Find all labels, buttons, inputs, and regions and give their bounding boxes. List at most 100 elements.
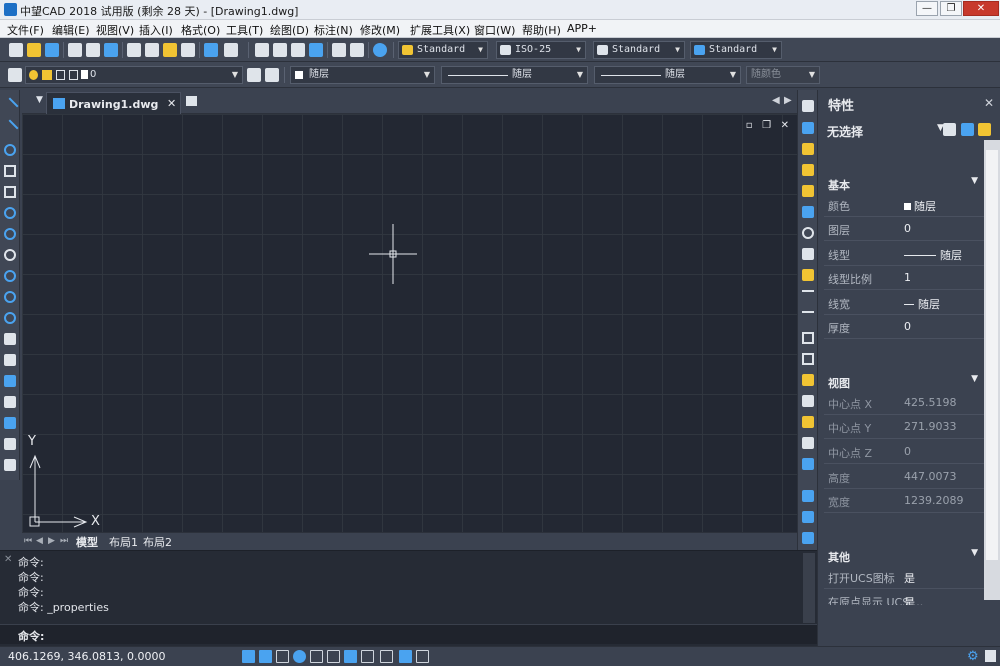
- match-properties-icon[interactable]: [181, 43, 195, 57]
- move-icon[interactable]: [802, 206, 814, 218]
- rotate-icon[interactable]: [802, 227, 814, 239]
- menu-help[interactable]: 帮助(H): [522, 22, 561, 38]
- mirror-icon[interactable]: [802, 143, 814, 155]
- make-block-icon[interactable]: [4, 354, 16, 366]
- otrack-toggle-icon[interactable]: [327, 650, 340, 663]
- scrollbar-thumb[interactable]: [986, 150, 998, 560]
- prop-row-linetype-scale[interactable]: 线型比例 1: [824, 266, 984, 290]
- new-tab-icon[interactable]: [186, 96, 197, 106]
- draworder-front-icon[interactable]: [802, 490, 814, 502]
- menu-format[interactable]: 格式(O): [181, 22, 220, 38]
- edit-polyline-icon[interactable]: [802, 458, 814, 470]
- menu-file[interactable]: 文件(F): [7, 22, 44, 38]
- prev-layout-icon[interactable]: ◀: [36, 536, 43, 546]
- tab-drawing1[interactable]: Drawing1.dwg ✕: [46, 92, 181, 114]
- lineweight-select[interactable]: 随层 ▼: [594, 66, 741, 84]
- zoom-realtime-icon[interactable]: [273, 43, 287, 57]
- copy-icon[interactable]: [145, 43, 159, 57]
- layer-previous-icon[interactable]: [265, 68, 279, 82]
- layer-manager-icon[interactable]: [8, 68, 22, 82]
- publish-icon[interactable]: [104, 43, 118, 57]
- polyline-icon[interactable]: [4, 144, 16, 156]
- undo-icon[interactable]: [204, 43, 218, 57]
- section-basic-header[interactable]: 基本 ▼: [824, 173, 984, 193]
- join-icon[interactable]: [802, 374, 814, 386]
- prop-row-ucs-icon-on[interactable]: 打开UCS图标 是: [824, 565, 984, 589]
- prop-row-color[interactable]: 颜色 随层: [824, 193, 984, 217]
- quick-select-icon[interactable]: [978, 123, 991, 136]
- restore-button[interactable]: ❐: [940, 1, 962, 16]
- prop-row-linetype[interactable]: 线型 随层: [824, 242, 984, 266]
- gradient-icon[interactable]: [4, 417, 16, 429]
- redo-icon[interactable]: [224, 43, 238, 57]
- zoom-previous-icon[interactable]: [309, 43, 323, 57]
- break-at-point-icon[interactable]: [802, 332, 814, 344]
- selection-dropdown[interactable]: 无选择 ▼: [824, 120, 982, 140]
- insert-block-icon[interactable]: [4, 333, 16, 345]
- spline-icon[interactable]: [4, 270, 16, 282]
- color-select[interactable]: 随层 ▼: [290, 66, 435, 84]
- new-file-icon[interactable]: [9, 43, 23, 57]
- line-icon[interactable]: [1, 97, 19, 115]
- arc-icon[interactable]: [4, 207, 16, 219]
- tab-scroll-left-icon[interactable]: ◀: [772, 95, 780, 106]
- select-objects-icon[interactable]: [961, 123, 974, 136]
- command-close-icon[interactable]: ✕: [4, 554, 12, 565]
- draworder-above-icon[interactable]: [802, 532, 814, 544]
- command-scrollbar[interactable]: [803, 553, 815, 623]
- dyn-toggle-icon[interactable]: [361, 650, 374, 663]
- first-layout-icon[interactable]: ⏮: [24, 536, 32, 546]
- ortho-toggle-icon[interactable]: [276, 650, 289, 663]
- make-layer-current-icon[interactable]: [247, 68, 261, 82]
- polar-toggle-icon[interactable]: [293, 650, 306, 663]
- tab-list-dropdown-icon[interactable]: ▼: [36, 95, 43, 105]
- menu-view[interactable]: 视图(V): [96, 22, 134, 38]
- rectangle-icon[interactable]: [4, 186, 16, 198]
- tab-layout1[interactable]: 布局1: [109, 534, 138, 550]
- layer-select[interactable]: 0 ▼: [25, 66, 243, 84]
- menu-edit[interactable]: 编辑(E): [52, 22, 90, 38]
- paste-icon[interactable]: [163, 43, 177, 57]
- tab-layout2[interactable]: 布局2: [143, 534, 172, 550]
- erase-icon[interactable]: [802, 100, 814, 112]
- table-style-select[interactable]: Standard ▼: [593, 41, 685, 59]
- mleader-style-select[interactable]: Standard ▼: [690, 41, 782, 59]
- circle-icon[interactable]: [4, 228, 16, 240]
- prop-row-width[interactable]: 宽度 1239.2089: [824, 489, 984, 513]
- hatch-icon[interactable]: [4, 396, 16, 408]
- mtext-icon[interactable]: [4, 459, 16, 471]
- ellipse-icon[interactable]: [4, 291, 16, 303]
- break-icon[interactable]: [802, 353, 814, 365]
- extend-icon[interactable]: [802, 311, 814, 323]
- print-preview-icon[interactable]: [86, 43, 100, 57]
- last-layout-icon[interactable]: ⏭: [60, 536, 68, 546]
- design-center-icon[interactable]: [350, 43, 364, 57]
- draworder-back-icon[interactable]: [802, 511, 814, 523]
- array-icon[interactable]: [802, 185, 814, 197]
- dim-style-select[interactable]: ISO-25 ▼: [496, 41, 586, 59]
- tab-model[interactable]: 模型: [76, 534, 98, 550]
- offset-icon[interactable]: [802, 164, 814, 176]
- lineweight-toggle-icon[interactable]: [380, 650, 393, 663]
- menu-draw[interactable]: 绘图(D): [270, 22, 309, 38]
- point-icon[interactable]: [4, 375, 16, 387]
- prop-row-layer[interactable]: 图层 0: [824, 217, 984, 241]
- prop-row-thickness[interactable]: 厚度 0: [824, 315, 984, 339]
- drawing-canvas[interactable]: ▫ ❐ ✕ Y X: [22, 114, 797, 532]
- menu-dimension[interactable]: 标注(N): [314, 22, 353, 38]
- properties-scrollbar[interactable]: [984, 140, 1000, 600]
- menu-insert[interactable]: 插入(I): [139, 22, 173, 38]
- viewport-restore-icon[interactable]: ❐: [762, 120, 771, 131]
- linetype-select[interactable]: 随层 ▼: [441, 66, 588, 84]
- scale-icon[interactable]: [802, 248, 814, 260]
- cut-icon[interactable]: [127, 43, 141, 57]
- prop-row-lineweight[interactable]: 线宽 随层: [824, 291, 984, 315]
- table-icon[interactable]: [4, 438, 16, 450]
- close-button[interactable]: ✕: [963, 1, 999, 16]
- ducs-toggle-icon[interactable]: [344, 650, 357, 663]
- prop-row-height[interactable]: 高度 447.0073: [824, 465, 984, 489]
- stretch-icon[interactable]: [802, 269, 814, 281]
- menu-tools[interactable]: 工具(T): [226, 22, 263, 38]
- open-file-icon[interactable]: [27, 43, 41, 57]
- text-style-select[interactable]: Standard ▼: [398, 41, 488, 59]
